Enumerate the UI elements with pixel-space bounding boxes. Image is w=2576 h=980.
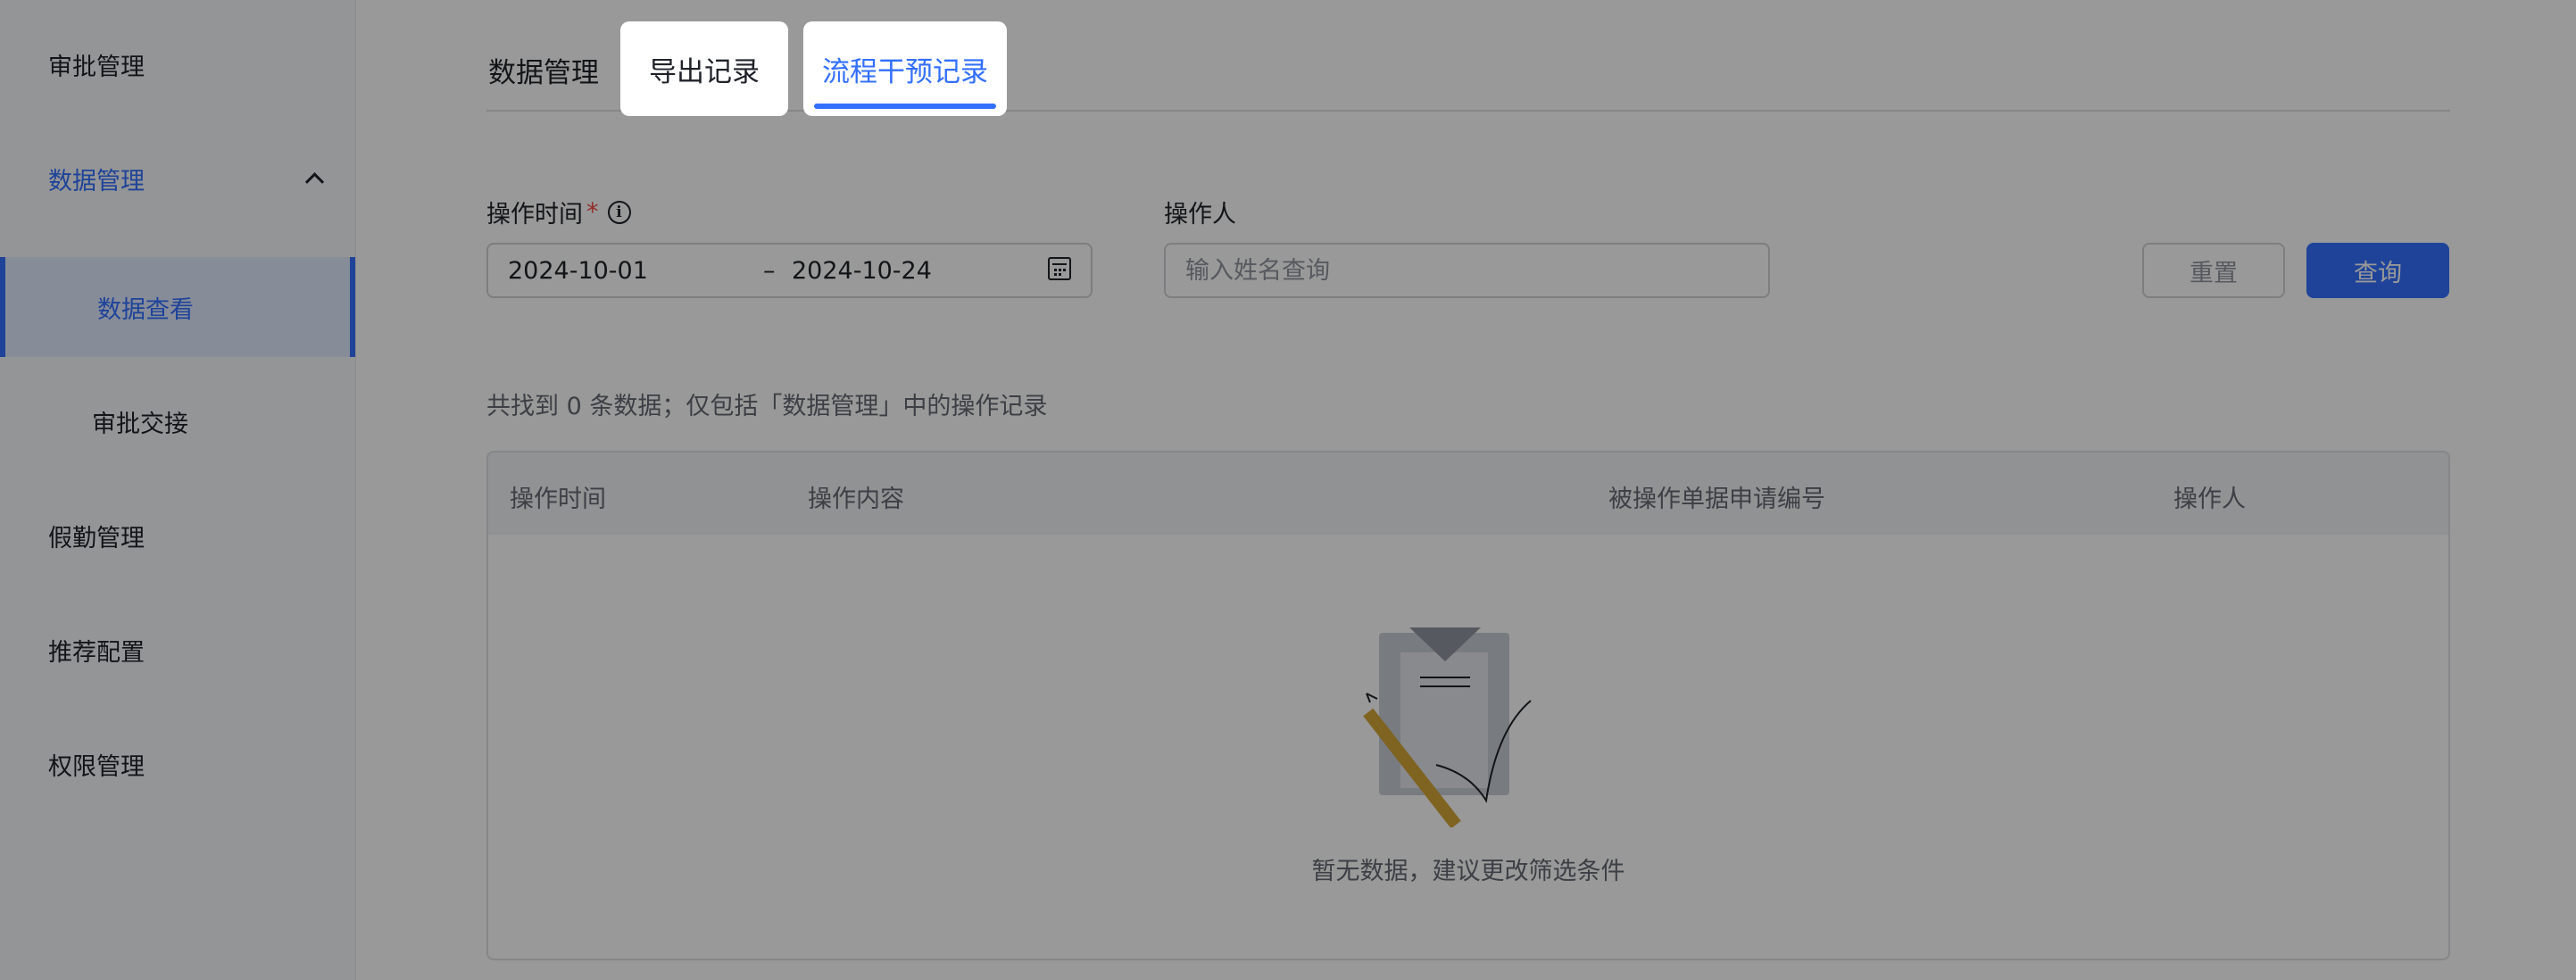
tab-label: 导出记录 bbox=[649, 55, 760, 88]
tab-export-records[interactable]: 导出记录 bbox=[620, 21, 788, 116]
sidebar: 审批管理 数据管理 数据查看 审批交接 假勤管理 推荐配置 权限管理 bbox=[0, 0, 356, 980]
sidebar-item-label: 数据查看 bbox=[97, 295, 194, 324]
empty-clipboard-illustration bbox=[1363, 627, 1532, 827]
sidebar-item-approval-handover[interactable]: 审批交接 bbox=[0, 371, 355, 471]
sidebar-item-recommend-config[interactable]: 推荐配置 bbox=[0, 600, 355, 700]
sidebar-item-label: 审批管理 bbox=[48, 53, 145, 81]
operator-label: 操作人 bbox=[1164, 201, 1236, 228]
column-header-doc-number: 被操作单据申请编号 bbox=[1608, 486, 1825, 513]
sidebar-item-label: 权限管理 bbox=[48, 752, 145, 781]
required-mark: * bbox=[586, 198, 599, 226]
chevron-up-icon bbox=[304, 172, 325, 192]
calendar-icon[interactable] bbox=[1048, 257, 1071, 280]
sidebar-group-data-management[interactable]: 数据管理 bbox=[0, 129, 355, 228]
column-header-op-content: 操作内容 bbox=[808, 486, 904, 513]
records-table: 操作时间 操作内容 被操作单据申请编号 操作人 暂无数据，建议更改筛选条件 bbox=[486, 451, 2450, 960]
op-time-label: 操作时间 * i bbox=[486, 195, 631, 229]
empty-state-text: 暂无数据，建议更改筛选条件 bbox=[1311, 858, 1625, 885]
tab-label: 数据管理 bbox=[488, 56, 599, 89]
sidebar-item-label: 审批交接 bbox=[92, 410, 188, 438]
range-separator: – bbox=[763, 257, 776, 285]
app-root: 审批管理 数据管理 数据查看 审批交接 假勤管理 推荐配置 权限管理 数据管理 … bbox=[0, 0, 2576, 980]
start-date[interactable]: 2024-10-01 bbox=[508, 257, 648, 285]
sidebar-item-attendance-management[interactable]: 假勤管理 bbox=[0, 486, 355, 586]
sidebar-item-label: 假勤管理 bbox=[48, 524, 145, 552]
end-date[interactable]: 2024-10-24 bbox=[792, 257, 932, 285]
sidebar-item-label: 推荐配置 bbox=[48, 638, 145, 667]
date-range-picker[interactable]: 2024-10-01 – 2024-10-24 bbox=[486, 243, 1093, 298]
table-header: 操作时间 操作内容 被操作单据申请编号 操作人 bbox=[488, 453, 2448, 535]
sidebar-item-label: 数据管理 bbox=[48, 167, 145, 195]
op-time-label-text: 操作时间 bbox=[486, 201, 583, 228]
query-button[interactable]: 查询 bbox=[2306, 243, 2449, 298]
info-icon[interactable]: i bbox=[607, 200, 631, 224]
sidebar-item-permission-management[interactable]: 权限管理 bbox=[0, 714, 355, 814]
tab-process-intervention-records[interactable]: 流程干预记录 bbox=[803, 21, 1007, 116]
column-header-operator: 操作人 bbox=[2173, 486, 2246, 513]
tab-data-management[interactable]: 数据管理 bbox=[486, 23, 601, 116]
sidebar-item-data-view[interactable]: 数据查看 bbox=[0, 257, 355, 357]
result-summary: 共找到 0 条数据；仅包括「数据管理」中的操作记录 bbox=[486, 393, 1048, 420]
column-header-op-time: 操作时间 bbox=[510, 486, 606, 513]
reset-button[interactable]: 重置 bbox=[2142, 243, 2285, 298]
sidebar-item-approval-management[interactable]: 审批管理 bbox=[0, 14, 355, 114]
tab-label: 流程干预记录 bbox=[822, 55, 988, 88]
operator-search-input[interactable] bbox=[1164, 243, 1770, 298]
